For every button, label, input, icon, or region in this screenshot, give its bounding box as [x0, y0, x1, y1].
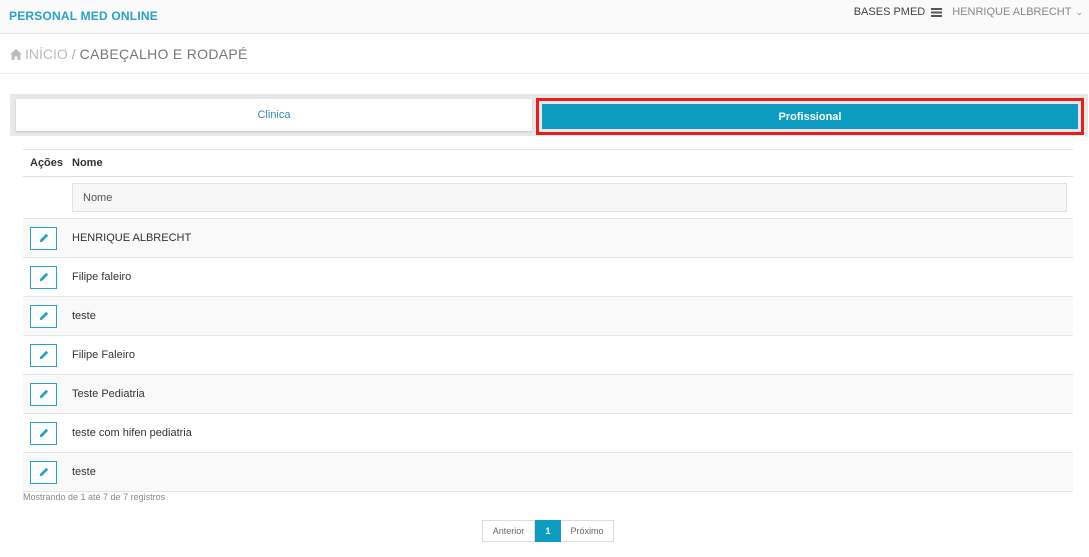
- edit-button[interactable]: [30, 265, 57, 289]
- pagination-page-1[interactable]: 1: [535, 520, 561, 542]
- pencil-icon: [39, 311, 48, 321]
- tab-bar: Clinica Profissional: [10, 94, 1088, 136]
- pagination: Anterior 1 Próximo: [482, 520, 614, 542]
- column-header-nome[interactable]: Nome: [72, 157, 103, 169]
- actions-cell: [23, 265, 72, 289]
- tab-profissional[interactable]: Profissional: [542, 104, 1078, 129]
- nome-cell: Filipe faleiro: [72, 271, 132, 283]
- chevron-down-icon[interactable]: ⌄: [1075, 7, 1083, 18]
- nome-cell: teste: [72, 466, 96, 478]
- breadcrumb-separator: /: [71, 46, 76, 62]
- edit-button[interactable]: [30, 343, 57, 367]
- edit-button[interactable]: [30, 382, 57, 406]
- profissional-table: Ações Nome HENRIQUE ALBRECHT Filipe falei…: [23, 149, 1073, 492]
- pencil-icon: [39, 272, 48, 282]
- highlight-frame: Profissional: [536, 98, 1084, 135]
- actions-cell: [23, 421, 72, 445]
- pencil-icon: [39, 428, 48, 438]
- table-info: Mostrando de 1 até 7 de 7 registros: [23, 492, 166, 502]
- table-row: Teste Pediatria: [23, 375, 1073, 414]
- table-row: teste: [23, 297, 1073, 336]
- table-row: HENRIQUE ALBRECHT: [23, 219, 1073, 258]
- table-body: HENRIQUE ALBRECHT Filipe faleiro teste Fili…: [23, 219, 1073, 492]
- pencil-icon: [39, 389, 48, 399]
- pencil-icon: [39, 233, 48, 243]
- nome-cell: HENRIQUE ALBRECHT: [72, 232, 192, 244]
- pencil-icon: [39, 467, 48, 477]
- table-row: Filipe faleiro: [23, 258, 1073, 297]
- column-header-acoes: Ações: [30, 157, 64, 169]
- actions-cell: [23, 304, 72, 328]
- nome-cell: teste: [72, 310, 96, 322]
- breadcrumb-home-link[interactable]: INÍCIO: [25, 46, 68, 62]
- actions-cell: [23, 226, 72, 250]
- nome-cell: Teste Pediatria: [72, 388, 145, 400]
- nome-cell: Filipe Faleiro: [72, 349, 135, 361]
- header-divider: [0, 73, 1089, 74]
- page-title: CABEÇALHO E RODAPÉ: [79, 46, 248, 62]
- edit-button[interactable]: [30, 421, 57, 445]
- edit-button[interactable]: [30, 460, 57, 484]
- brand-logo[interactable]: PERSONAL MED ONLINE: [9, 9, 158, 23]
- tab-clinica[interactable]: Clinica: [16, 99, 532, 131]
- home-icon[interactable]: [10, 48, 22, 60]
- nome-filter-input[interactable]: [72, 183, 1067, 212]
- pencil-icon: [39, 350, 48, 360]
- top-right-menu: BASES PMED HENRIQUE ALBRECHT ⌄: [854, 6, 1083, 18]
- bases-label[interactable]: BASES PMED: [854, 6, 926, 18]
- actions-cell: [23, 382, 72, 406]
- edit-button[interactable]: [30, 304, 57, 328]
- actions-cell: [23, 460, 72, 484]
- table-row: teste com hifen pediatria: [23, 414, 1073, 453]
- table-header: Ações Nome: [23, 149, 1073, 177]
- top-navbar: PERSONAL MED ONLINE BASES PMED HENRIQUE …: [0, 0, 1089, 34]
- table-row: Filipe Faleiro: [23, 336, 1073, 375]
- database-icon[interactable]: [931, 7, 943, 17]
- edit-button[interactable]: [30, 226, 57, 250]
- pagination-prev-button[interactable]: Anterior: [482, 520, 535, 542]
- breadcrumb: INÍCIO / CABEÇALHO E RODAPÉ: [10, 46, 248, 62]
- actions-cell: [23, 343, 72, 367]
- table-row: teste: [23, 453, 1073, 492]
- nome-cell: teste com hifen pediatria: [72, 427, 192, 439]
- filter-row: [23, 177, 1073, 219]
- pagination-next-button[interactable]: Próximo: [561, 520, 614, 542]
- user-menu[interactable]: HENRIQUE ALBRECHT: [952, 6, 1071, 18]
